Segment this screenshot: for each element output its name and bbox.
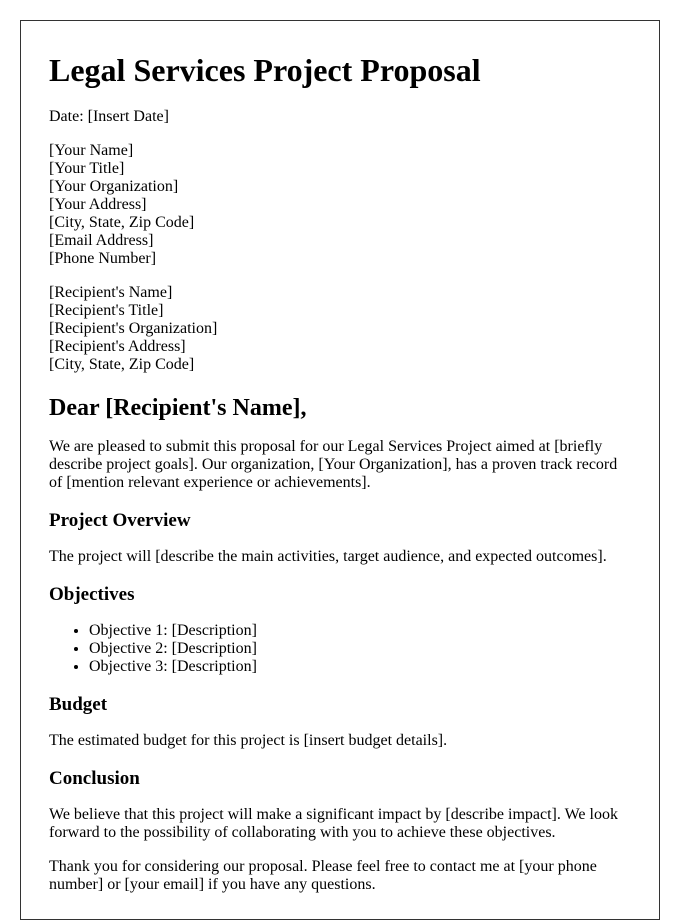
recipient-organization: [Recipient's Organization]	[49, 320, 218, 337]
salutation: Dear [Recipient's Name],	[49, 395, 307, 421]
closing-paragraph: Thank you for considering our proposal. …	[49, 858, 597, 893]
objective-item: Objective 2: [Description]	[89, 640, 631, 658]
objective-item: Objective 1: [Description]	[89, 622, 631, 640]
date-line: Date: [Insert Date]	[49, 108, 169, 125]
sender-address-block: [Your Name] [Your Title] [Your Organizat…	[49, 142, 631, 268]
recipient-address-block: [Recipient's Name] [Recipient's Title] […	[49, 284, 631, 374]
conclusion-paragraph: We believe that this project will make a…	[49, 806, 618, 841]
objective-item: Objective 3: [Description]	[89, 658, 631, 676]
document-title: Legal Services Project Proposal	[49, 52, 481, 88]
recipient-name: [Recipient's Name]	[49, 284, 173, 301]
sender-title: [Your Title]	[49, 160, 125, 177]
sender-organization: [Your Organization]	[49, 178, 179, 195]
budget-paragraph: The estimated budget for this project is…	[49, 732, 448, 749]
section-heading-budget: Budget	[49, 694, 108, 715]
section-heading-overview: Project Overview	[49, 510, 191, 531]
section-heading-objectives: Objectives	[49, 584, 135, 605]
sender-name: [Your Name]	[49, 142, 134, 159]
objectives-list: Objective 1: [Description] Objective 2: …	[49, 622, 631, 676]
overview-paragraph: The project will [describe the main acti…	[49, 548, 607, 565]
sender-address: [Your Address]	[49, 196, 147, 213]
sender-email: [Email Address]	[49, 232, 154, 249]
sender-phone: [Phone Number]	[49, 250, 157, 267]
recipient-address: [Recipient's Address]	[49, 338, 186, 355]
intro-paragraph: We are pleased to submit this proposal f…	[49, 438, 618, 491]
section-heading-conclusion: Conclusion	[49, 768, 140, 789]
sender-city-state-zip: [City, State, Zip Code]	[49, 214, 195, 231]
document-page: Legal Services Project Proposal Date: [I…	[20, 20, 660, 920]
recipient-city-state-zip: [City, State, Zip Code]	[49, 356, 195, 373]
recipient-title: [Recipient's Title]	[49, 302, 164, 319]
